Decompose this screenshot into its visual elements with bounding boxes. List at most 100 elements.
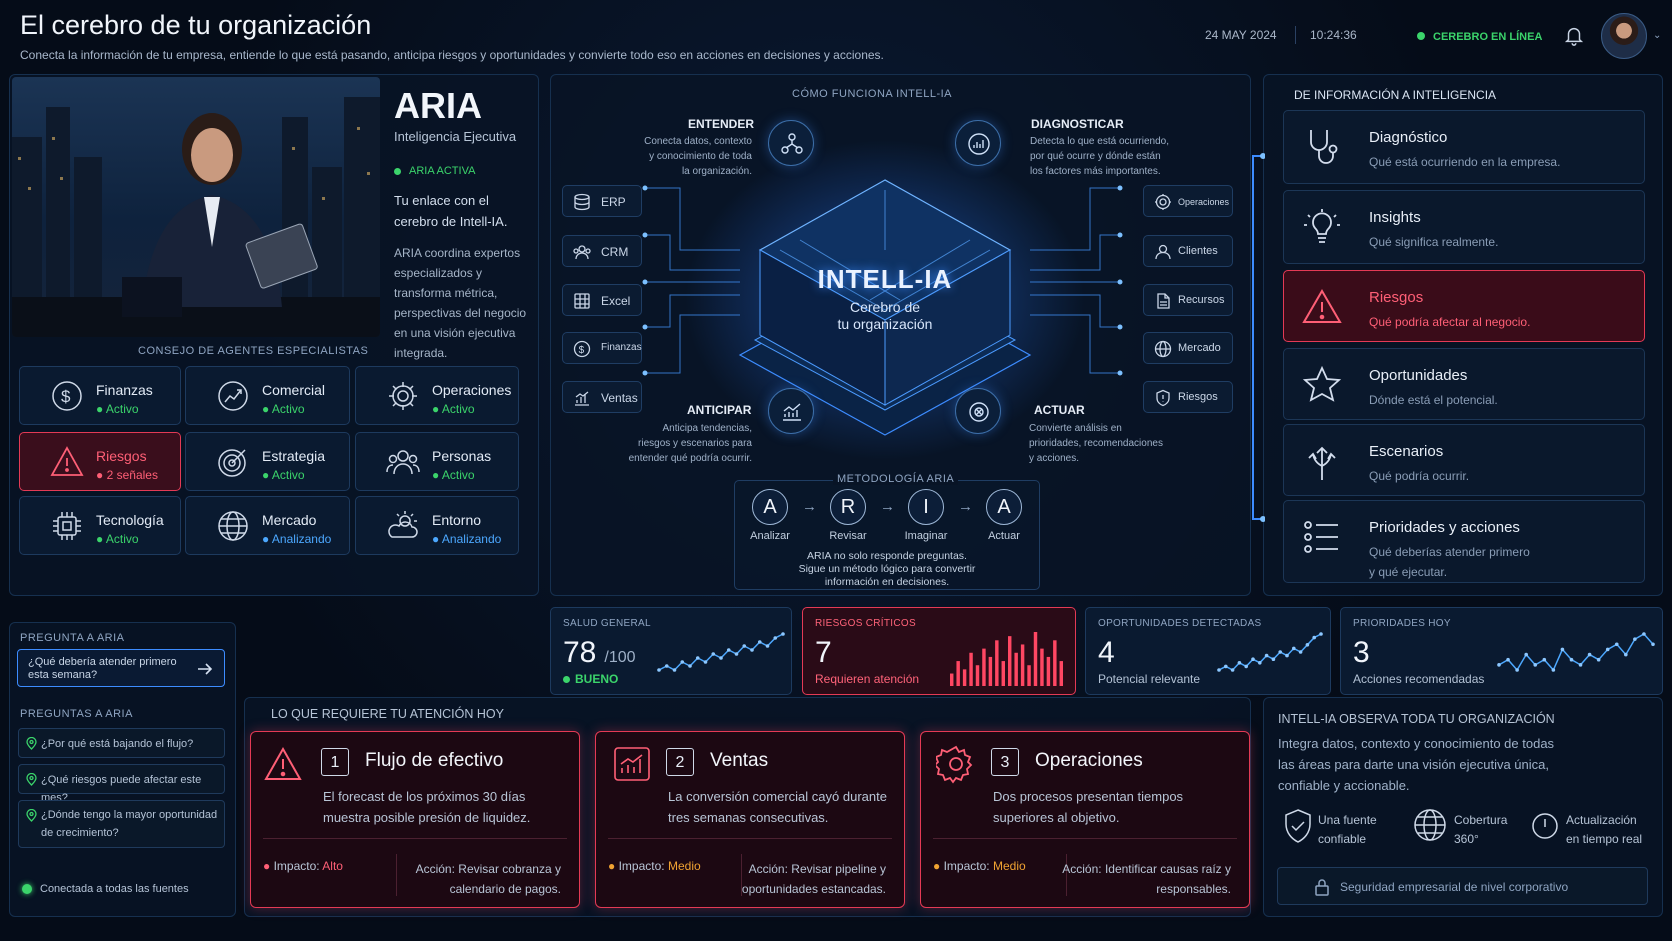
step-label: Imaginar xyxy=(904,530,948,542)
risk-bar xyxy=(962,669,967,686)
source-ventas[interactable]: Ventas xyxy=(562,381,642,413)
agent-mercado[interactable]: Mercado ● Analizando xyxy=(185,496,350,555)
clock-icon xyxy=(1532,813,1558,839)
methodology-note: ARIA no solo responde preguntas. Sigue un… xyxy=(798,550,976,588)
intel-card-diagnostico[interactable]: Diagnóstico Qué está ocurriendo en la em… xyxy=(1283,110,1645,184)
sparkline-point xyxy=(1578,663,1583,667)
alert-action: Acción: Identificar causas raíz y respon… xyxy=(1062,862,1231,896)
source-erp[interactable]: ERP xyxy=(562,185,642,217)
sparkline-point xyxy=(1596,657,1601,662)
output-operaciones[interactable]: Operaciones xyxy=(1143,185,1233,217)
risk-bar xyxy=(1001,661,1005,686)
sparkline-point xyxy=(695,656,700,660)
intel-card-oportunidades[interactable]: Oportunidades Dónde está el potencial. xyxy=(1283,348,1645,420)
output-riesgos[interactable]: Riesgos xyxy=(1143,381,1233,413)
output-clientes[interactable]: Clientes xyxy=(1143,235,1233,267)
stage-diagnosticar-desc: Detecta lo que está ocurriendo, por qué o… xyxy=(1030,136,1169,177)
source-excel[interactable]: Excel xyxy=(562,284,642,316)
output-mercado[interactable]: Mercado xyxy=(1143,332,1233,364)
chevron-down-icon[interactable]: ⌄ xyxy=(1653,30,1661,41)
kpi-bar-chart xyxy=(950,632,1063,686)
intel-card-riesgos[interactable]: Riesgos Qué podría afectar al negocio. xyxy=(1283,270,1645,342)
kpi-value: 7 xyxy=(815,636,832,669)
alert-operaciones[interactable]: 3 Operaciones Dos procesos presentan tie… xyxy=(920,731,1250,908)
step-imaginar[interactable]: I xyxy=(908,489,944,525)
intel-card-insights[interactable]: Insights Qué significa realmente. xyxy=(1283,190,1645,264)
kpi-status: Potencial relevante xyxy=(1098,672,1201,686)
intel-connector xyxy=(1252,153,1265,522)
stage-entender-title: ENTENDER xyxy=(688,117,755,131)
gear-icon xyxy=(1155,194,1171,210)
observe-title: INTELL-IA OBSERVA TODA TU ORGANIZACIÓN xyxy=(1278,712,1555,726)
alert-flujo[interactable]: 1 Flujo de efectivo El forecast de los p… xyxy=(250,731,580,908)
question-item[interactable]: ¿Por qué está bajando el flujo? xyxy=(18,728,225,758)
card-title: Riesgos xyxy=(1369,289,1424,306)
output-label: Mercado xyxy=(1178,342,1221,354)
anticipar-ring xyxy=(768,388,814,434)
pin-icon xyxy=(26,737,37,750)
agent-status: ● Activo xyxy=(96,402,139,416)
source-finanzas[interactable]: $ Finanzas xyxy=(562,332,642,364)
sparkline-point xyxy=(1230,668,1235,672)
agent-personas[interactable]: Personas ● Activo xyxy=(355,432,519,491)
agent-status: ● Activo xyxy=(96,532,139,546)
arrow-right-icon[interactable] xyxy=(196,660,214,678)
question-item[interactable]: ¿Qué riesgos puede afectar este mes? xyxy=(18,764,225,804)
core-title: INTELL-IA xyxy=(817,264,953,294)
output-recursos[interactable]: Recursos xyxy=(1143,284,1233,316)
step-label: Analizar xyxy=(750,530,790,542)
question-item[interactable]: ¿Dónde tengo la mayor oportunidad de cre… xyxy=(18,800,225,848)
kpi-label: SALUD GENERAL xyxy=(563,618,651,629)
sparkline-point xyxy=(1542,657,1547,662)
card-desc: Qué podría afectar al negocio. xyxy=(1369,315,1531,329)
kpi-label: PRIORIDADES HOY xyxy=(1353,618,1451,629)
alert-action: Acción: Revisar cobranza y calendario de… xyxy=(415,862,561,896)
database-icon xyxy=(574,193,590,211)
sparkline-point xyxy=(1305,643,1310,647)
step-analizar[interactable]: A xyxy=(752,489,788,525)
avatar[interactable] xyxy=(1601,13,1647,59)
warning-icon xyxy=(50,446,84,476)
sparkline-point xyxy=(1278,650,1282,654)
agent-estrategia[interactable]: Estrategia ● Activo xyxy=(185,432,350,491)
divider xyxy=(263,838,567,839)
source-crm[interactable]: CRM xyxy=(562,235,642,267)
sparkline-point xyxy=(1624,652,1628,657)
agent-riesgos[interactable]: Riesgos ● 2 señales xyxy=(19,432,181,491)
sparkline-point xyxy=(1515,668,1519,672)
risk-bar xyxy=(1014,652,1018,686)
sparkline-point xyxy=(664,664,669,668)
feature-cobertura: Cobertura 360° xyxy=(1454,813,1508,846)
intel-card-escenarios[interactable]: Escenarios Qué podría ocurrir. xyxy=(1283,424,1645,496)
sparkline-point xyxy=(1292,646,1296,651)
ask-input[interactable]: ¿Qué debería atender primero esta semana… xyxy=(17,649,225,687)
sparkline-point xyxy=(781,632,785,636)
step-actuar[interactable]: A xyxy=(986,489,1022,525)
sparkline-point xyxy=(1224,664,1228,669)
star-icon xyxy=(1302,365,1342,402)
card-title: Prioridades y acciones xyxy=(1369,519,1520,536)
step-revisar[interactable]: R xyxy=(830,489,866,525)
agent-tecnologia[interactable]: Tecnología ● Activo xyxy=(19,496,181,555)
intel-card-prioridades[interactable]: Prioridades y acciones Qué deberías aten… xyxy=(1283,500,1645,583)
sparkline-path xyxy=(1498,633,1654,672)
target-icon xyxy=(218,449,246,477)
arrow-right-icon: → xyxy=(958,498,973,515)
bell-icon[interactable] xyxy=(1563,23,1585,47)
output-label: Operaciones xyxy=(1178,197,1230,207)
kpi-salud: SALUD GENERAL 78/100 BUENO xyxy=(550,607,792,695)
agent-entorno[interactable]: Entorno ● Analizando xyxy=(355,496,519,555)
network-icon xyxy=(781,133,803,154)
card-title: Escenarios xyxy=(1369,443,1444,460)
aria-status: ARIA ACTIVA xyxy=(394,165,475,177)
agent-operaciones[interactable]: Operaciones ● Activo xyxy=(355,366,519,425)
agent-finanzas[interactable]: $ Finanzas ● Activo xyxy=(19,366,181,425)
agent-comercial[interactable]: Comercial ● Activo xyxy=(185,366,350,425)
alert-impact: ● Impacto: Medio xyxy=(608,859,701,873)
agent-name: Finanzas xyxy=(96,382,153,398)
alert-ventas[interactable]: 2 Ventas La conversión comercial cayó du… xyxy=(595,731,905,908)
sparkline-point xyxy=(1217,668,1221,672)
agent-name: Estrategia xyxy=(262,448,326,464)
aria-intro: Tu enlace con el cerebro de Intell-IA. xyxy=(394,193,508,229)
core-subtitle-1: Cerebro de xyxy=(849,299,921,315)
